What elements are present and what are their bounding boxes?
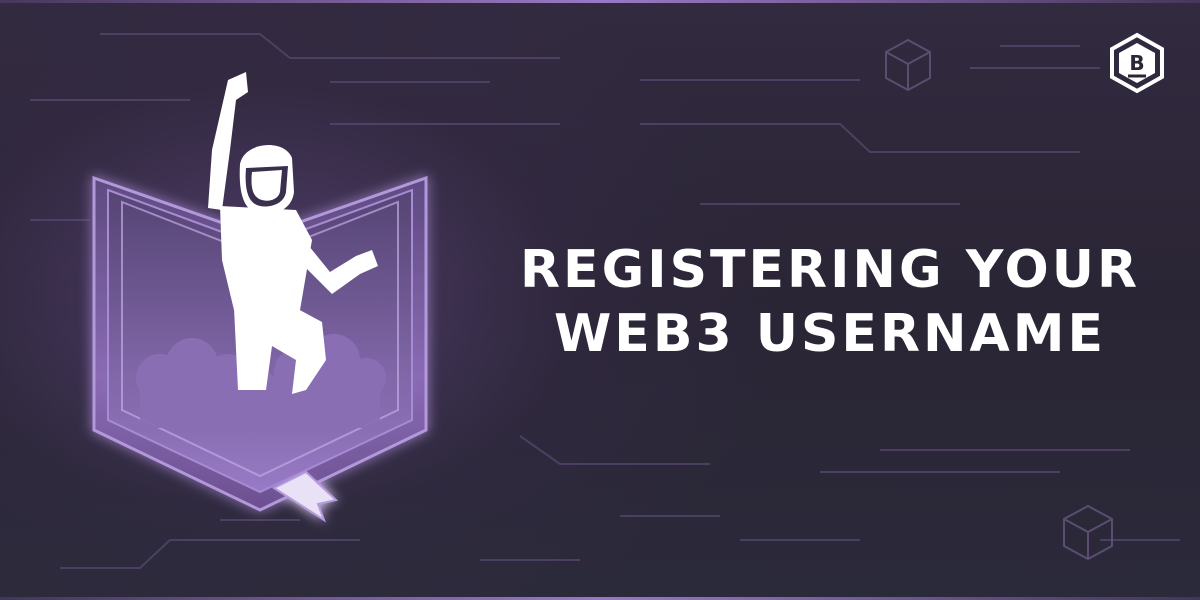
banner-title: REGISTERING YOUR WEB3 USERNAME [490,238,1170,366]
banner-title-line-1: REGISTERING YOUR [520,240,1140,300]
cube-icon-bottom [1063,504,1113,561]
cube-icon-top [885,38,931,92]
banner-canvas: REGISTERING YOUR WEB3 USERNAME B [0,0,1200,600]
book-hero-illustration [92,72,428,523]
banner-title-line-2: WEB3 USERNAME [553,304,1107,364]
brand-logo-icon: B [1110,32,1164,94]
brand-logo-letter: B [1129,51,1144,75]
